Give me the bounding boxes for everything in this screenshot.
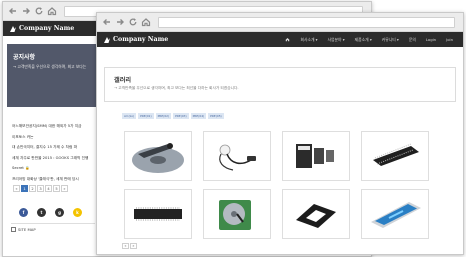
- join-link[interactable]: Join: [446, 37, 453, 42]
- browser-toolbar: [97, 13, 463, 32]
- microchip-icon: [373, 143, 419, 166]
- page-next[interactable]: »: [61, 185, 68, 192]
- share-buttons: f t g k: [19, 208, 91, 217]
- logo-icon: [9, 25, 17, 33]
- category-tags: All (ko) PRE(01) PRE(02) PRE(03) PRE(04)…: [122, 113, 463, 119]
- reload-icon[interactable]: [128, 17, 138, 27]
- list-item[interactable]: Secret 🔒: [12, 163, 94, 174]
- page-title: 갤러리: [114, 77, 132, 84]
- gallery-thumb[interactable]: [203, 131, 271, 181]
- notice-list: 어느해보안공지(SMM) 대한 해외가 5가 지금 이포토스 카는 대 손만국지…: [12, 121, 94, 184]
- gallery-pagination: « »: [122, 243, 138, 249]
- page-2[interactable]: 2: [29, 185, 36, 192]
- open-hard-drive-icon: [219, 200, 251, 230]
- forward-arrow-icon[interactable]: [21, 6, 31, 16]
- kakao-icon[interactable]: k: [73, 208, 82, 217]
- tag-pre05[interactable]: PRE(05): [208, 113, 224, 119]
- menu-item-contact[interactable]: 문의: [409, 37, 416, 43]
- list-item[interactable]: 어느해보안공지(SMM) 대한 해외가 5가 지금: [12, 121, 94, 132]
- home-icon[interactable]: [141, 17, 151, 27]
- company-logo[interactable]: Company Name: [103, 36, 168, 44]
- address-bar[interactable]: [158, 16, 455, 28]
- tag-pre01[interactable]: PRE(01): [138, 113, 154, 119]
- forward-arrow-icon[interactable]: [115, 17, 125, 27]
- hard-drive-platter-icon: [132, 143, 184, 173]
- page-3[interactable]: 3: [37, 185, 44, 192]
- nav-home-icon[interactable]: [285, 37, 290, 42]
- page-4[interactable]: 4: [45, 185, 52, 192]
- page-prev[interactable]: «: [13, 185, 20, 192]
- list-item[interactable]: 이포토스 카는: [12, 132, 94, 143]
- buckle-clip-icon: [296, 204, 336, 228]
- tag-pre04[interactable]: PRE(04): [190, 113, 207, 119]
- gallery-header: 갤러리 → 고객만족을 우선으로 생각하며, 최고 보다는 최선을 다하는 회사…: [104, 67, 456, 102]
- facebook-icon[interactable]: f: [19, 208, 28, 217]
- page-prev[interactable]: «: [122, 243, 129, 249]
- gallery-thumb[interactable]: [282, 131, 350, 181]
- menu-item-company[interactable]: 회사소개 ▾: [300, 37, 317, 43]
- footer: SITE MAP: [11, 223, 95, 232]
- page-next[interactable]: »: [130, 243, 137, 249]
- company-logo[interactable]: Company Name: [9, 25, 74, 33]
- memory-cards-icon: [296, 144, 334, 168]
- gallery-thumb[interactable]: [124, 189, 192, 239]
- login-link[interactable]: Login: [426, 37, 436, 42]
- list-item[interactable]: 프리어망 대화상 '클래식'판, 세계 판매 당시: [12, 174, 94, 185]
- logo-icon: [103, 36, 111, 44]
- google-plus-icon[interactable]: g: [55, 208, 64, 217]
- gallery-thumb[interactable]: [124, 131, 192, 181]
- page-subtitle: → 고객만족을 우선으로 생각하며, 최고 보다는 최선을 다하는 회사가 되겠…: [114, 86, 239, 90]
- tag-all[interactable]: All (ko): [122, 113, 137, 119]
- gallery-thumb[interactable]: [282, 189, 350, 239]
- company-name: Company Name: [19, 25, 75, 32]
- menu-item-business[interactable]: 사업분야 ▾: [328, 37, 345, 43]
- site-navbar: Company Name 회사소개 ▾ 사업분야 ▾ 제품소개 ▾ 커뮤니티 ▾…: [97, 32, 463, 47]
- ic-chip-icon: [134, 207, 182, 221]
- earphones-icon: [219, 144, 256, 171]
- back-arrow-icon[interactable]: [8, 6, 18, 16]
- tag-pre03[interactable]: PRE(03): [173, 113, 189, 119]
- pagination: « 1 2 3 4 5 »: [13, 185, 69, 192]
- page-1[interactable]: 1: [21, 185, 28, 192]
- back-arrow-icon[interactable]: [102, 17, 112, 27]
- gallery-thumb[interactable]: [361, 131, 429, 181]
- gallery-thumb[interactable]: [361, 189, 429, 239]
- menu-item-products[interactable]: 제품소개 ▾: [355, 37, 372, 43]
- sitemap-icon: [11, 227, 16, 232]
- main-menu: 회사소개 ▾ 사업분야 ▾ 제품소개 ▾ 커뮤니티 ▾ 문의 Login Joi…: [285, 37, 463, 43]
- gallery-grid: [124, 131, 429, 239]
- menu-item-community[interactable]: 커뮤니티 ▾: [382, 37, 399, 43]
- home-icon[interactable]: [47, 6, 57, 16]
- sitemap-link[interactable]: SITE MAP: [18, 227, 36, 232]
- tag-pre02[interactable]: PRE(02): [155, 113, 172, 119]
- gallery-thumb[interactable]: [203, 189, 271, 239]
- tablet-icon: [371, 202, 421, 228]
- company-name: Company Name: [113, 36, 169, 43]
- list-item[interactable]: 세계 자주로 판만을 2015 : GOOKS 그래픽 진행: [12, 153, 94, 164]
- reload-icon[interactable]: [34, 6, 44, 16]
- list-item[interactable]: 대 손만국지터, 결지수 15 가제 수 처럼 파: [12, 142, 94, 153]
- twitter-icon[interactable]: t: [37, 208, 46, 217]
- page-5[interactable]: 5: [53, 185, 60, 192]
